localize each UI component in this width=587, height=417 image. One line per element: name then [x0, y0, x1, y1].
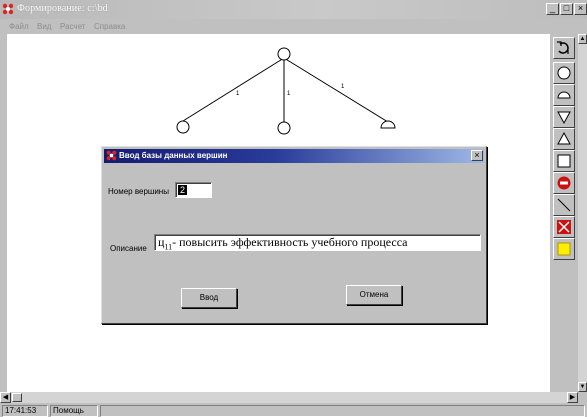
vertex-number-label: Номер вершины	[108, 187, 169, 196]
circle-icon	[557, 66, 571, 80]
vertex-number-value: 2	[178, 185, 187, 195]
circle-tool-button[interactable]	[553, 62, 575, 84]
cancel-button[interactable]: Отмена	[346, 285, 402, 305]
color-tool-button[interactable]	[553, 238, 575, 260]
menu-help[interactable]: Справка	[94, 22, 125, 31]
triangle-down-icon	[557, 111, 571, 125]
edge-label-middle: 1	[287, 91, 291, 97]
triangle-down-tool-button[interactable]	[553, 106, 575, 128]
description-value: ц11- повысить эффективность учебного про…	[158, 235, 408, 254]
app-icon	[2, 3, 14, 15]
semicircle-icon	[557, 91, 571, 99]
tree-node-3[interactable]	[380, 120, 396, 129]
scroll-right-icon[interactable]: ▶	[567, 392, 578, 403]
edge-label-right: 1	[341, 84, 345, 90]
delete-line-icon	[557, 220, 571, 234]
minimize-button[interactable]: _	[546, 3, 559, 15]
delete-node-tool-button[interactable]	[553, 172, 575, 194]
tree-node-2[interactable]	[277, 121, 291, 135]
scroll-left-icon[interactable]: ◀	[0, 392, 11, 403]
status-empty	[100, 405, 585, 417]
horizontal-scroll-thumb[interactable]	[12, 393, 22, 402]
vertex-database-dialog: Ввод базы данных вершин × Номер вершины …	[101, 146, 487, 324]
tree-node-1[interactable]	[176, 120, 190, 134]
description-text: - повысить эффективность учебного процес…	[172, 235, 408, 249]
vertex-number-field[interactable]: 2	[175, 182, 212, 198]
menu-calc[interactable]: Расчет	[60, 22, 85, 31]
tree-edge-left[interactable]	[182, 57, 285, 122]
square-tool-button[interactable]	[553, 150, 575, 172]
line-icon	[557, 198, 571, 212]
left-frame	[0, 34, 7, 392]
menu-view[interactable]: Вид	[37, 22, 51, 31]
shape-toolbar	[553, 37, 575, 287]
maximize-button[interactable]: □	[560, 3, 573, 15]
description-label: Описание	[110, 244, 147, 253]
vertical-scrollbar[interactable]: ▲ ▼	[578, 34, 587, 392]
dialog-title: Ввод базы данных вершин	[119, 151, 228, 160]
menubar: Файл Вид Расчет Справка	[0, 19, 587, 33]
semicircle-tool-button[interactable]	[553, 84, 575, 106]
delete-line-tool-button[interactable]	[553, 216, 575, 238]
horizontal-scrollbar[interactable]: ◀ ▶	[0, 392, 578, 403]
window-titlebar: Формирование: c:\bd _ □ ×	[0, 0, 587, 19]
status-time: 17:41:53	[2, 405, 48, 417]
dialog-close-button[interactable]: ×	[471, 150, 483, 161]
window-title: Формирование: c:\bd	[17, 3, 108, 14]
undo-icon	[557, 41, 569, 54]
statusbar: 17:41:53 Помощь	[0, 404, 587, 417]
dialog-app-icon	[106, 150, 117, 161]
edge-label-left: 1	[236, 91, 240, 97]
undo-tool-button[interactable]	[553, 37, 575, 59]
delete-node-icon	[557, 176, 571, 190]
tree-edge-right[interactable]	[283, 57, 389, 123]
ok-button[interactable]: Ввод	[181, 288, 237, 308]
color-icon	[557, 242, 571, 256]
dialog-titlebar[interactable]: Ввод базы данных вершин ×	[104, 149, 484, 163]
tree-node-root[interactable]	[277, 47, 291, 61]
status-help: Помощь	[50, 405, 98, 417]
close-button[interactable]: ×	[574, 3, 587, 15]
menu-file[interactable]: Файл	[9, 22, 29, 31]
scroll-up-icon[interactable]: ▲	[578, 34, 587, 44]
scroll-down-icon[interactable]: ▼	[578, 382, 587, 392]
line-tool-button[interactable]	[553, 194, 575, 216]
square-icon	[557, 154, 571, 168]
description-subscript: 11	[164, 242, 173, 252]
triangle-up-tool-button[interactable]	[553, 128, 575, 150]
triangle-up-icon	[557, 131, 571, 145]
description-field[interactable]: ц11- повысить эффективность учебного про…	[154, 234, 481, 251]
